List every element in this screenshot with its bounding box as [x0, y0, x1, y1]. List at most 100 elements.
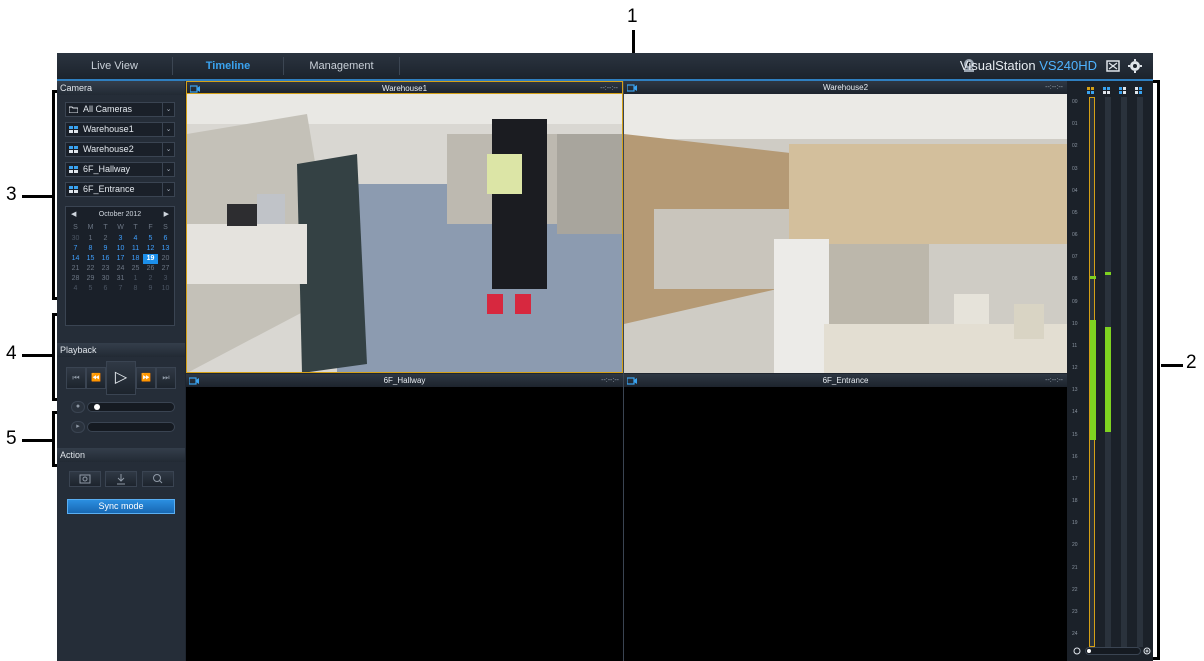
video-feed-6f-entrance[interactable]: [624, 387, 1067, 661]
zoom-out-icon[interactable]: [1073, 647, 1082, 656]
timeline-layout-icon[interactable]: [1135, 87, 1143, 94]
snapshot-button[interactable]: [69, 471, 101, 487]
calendar-day[interactable]: 13: [158, 244, 173, 254]
warehouse2-scene-image: [624, 94, 1067, 373]
calendar-day[interactable]: 20: [158, 254, 173, 264]
calendar-day[interactable]: 12: [143, 244, 158, 254]
export-video-button[interactable]: [105, 471, 137, 487]
calendar-day[interactable]: 30: [68, 234, 83, 244]
chevron-down-icon[interactable]: ⌄: [162, 123, 174, 136]
tab-live-view[interactable]: Live View: [57, 53, 172, 79]
speed-slider-knob[interactable]: [94, 404, 100, 410]
video-feed-6f-hallway[interactable]: [186, 387, 623, 661]
calendar-day[interactable]: 18: [128, 254, 143, 264]
chevron-down-icon[interactable]: ⌄: [162, 163, 174, 176]
calendar-day[interactable]: 23: [98, 264, 113, 274]
timeline-track-warehouse1[interactable]: [1089, 97, 1096, 647]
calendar-next-month-icon[interactable]: ▶: [164, 209, 169, 221]
calendar-day[interactable]: 31: [113, 274, 128, 284]
calendar-day[interactable]: 6: [98, 284, 113, 294]
video-title: Warehouse1: [381, 84, 428, 93]
chevron-down-icon[interactable]: ⌄: [162, 143, 174, 156]
timeline-layout-icon[interactable]: [1103, 87, 1111, 94]
timeline-zoom-slider[interactable]: [1085, 647, 1141, 655]
snapshot-export-icon[interactable]: [1105, 58, 1121, 74]
calendar-day[interactable]: 14: [68, 254, 83, 264]
calendar-day[interactable]: 4: [128, 234, 143, 244]
recording-segment: [1105, 327, 1111, 432]
calendar-day[interactable]: 24: [113, 264, 128, 274]
camera-select-all-cameras[interactable]: All Cameras ⌄: [65, 102, 175, 117]
tab-timeline[interactable]: Timeline: [173, 53, 283, 79]
timeline-hour-label: 21: [1072, 564, 1078, 571]
calendar-day[interactable]: 11: [128, 244, 143, 254]
timeline-layout-icon[interactable]: [1119, 87, 1127, 94]
skip-to-start-button[interactable]: ⏮: [66, 367, 86, 389]
download-icon: [117, 474, 125, 485]
gear-icon[interactable]: [1127, 58, 1143, 74]
calendar-day[interactable]: 26: [143, 264, 158, 274]
calendar-day[interactable]: 10: [158, 284, 173, 294]
camera-select-6f-hallway[interactable]: 6F_Hallway ⌄: [65, 162, 175, 177]
video-timestamp: --:--:--: [1045, 84, 1063, 91]
calendar-day[interactable]: 3: [158, 274, 173, 284]
timeline-zoom-knob[interactable]: [1087, 649, 1091, 653]
tab-management[interactable]: Management: [284, 53, 399, 79]
calendar-day[interactable]: 22: [83, 264, 98, 274]
search-button[interactable]: [142, 471, 174, 487]
recording-timeline[interactable]: 00 01 02 03 04 05 06 07 08 09 10 11 12 13 14 15 16 17 18 19…: [1067, 81, 1153, 661]
calendar-day[interactable]: 8: [128, 284, 143, 294]
calendar-day[interactable]: 19: [143, 254, 158, 264]
timeline-layout-icon[interactable]: [1087, 87, 1095, 94]
step-back-button[interactable]: ⏪: [86, 367, 106, 389]
calendar-day[interactable]: 16: [98, 254, 113, 264]
calendar-day[interactable]: 6: [158, 234, 173, 244]
calendar-day[interactable]: 7: [68, 244, 83, 254]
timeline-hour-label: 23: [1072, 608, 1078, 615]
speed-slider[interactable]: [87, 402, 175, 412]
camera-select-6f-entrance[interactable]: 6F_Entrance ⌄: [65, 182, 175, 197]
play-button[interactable]: ▷: [106, 361, 136, 395]
calendar-day[interactable]: 25: [128, 264, 143, 274]
step-forward-button[interactable]: ⏩: [136, 367, 156, 389]
calendar-day[interactable]: 1: [83, 234, 98, 244]
calendar-day[interactable]: 10: [113, 244, 128, 254]
chevron-down-icon[interactable]: ⌄: [162, 183, 174, 196]
zoom-in-icon[interactable]: [1143, 647, 1152, 656]
video-feed-warehouse2[interactable]: [624, 94, 1067, 373]
volume-slider[interactable]: [87, 422, 175, 432]
sync-mode-button[interactable]: Sync mode: [67, 499, 175, 514]
skip-to-end-button[interactable]: ⏭: [156, 367, 176, 389]
calendar-day[interactable]: 5: [143, 234, 158, 244]
chevron-down-icon[interactable]: ⌄: [162, 103, 174, 116]
calendar-day[interactable]: 15: [83, 254, 98, 264]
calendar-day[interactable]: 29: [83, 274, 98, 284]
calendar-day[interactable]: 4: [68, 284, 83, 294]
calendar-day[interactable]: 9: [98, 244, 113, 254]
timeline-track-6f-entrance[interactable]: [1137, 97, 1143, 647]
calendar-day[interactable]: 7: [113, 284, 128, 294]
calendar-day[interactable]: 27: [158, 264, 173, 274]
calendar-day[interactable]: 1: [128, 274, 143, 284]
calendar-day[interactable]: 2: [98, 234, 113, 244]
timeline-track-6f-hallway[interactable]: [1121, 97, 1127, 647]
recording-segment: [1105, 272, 1111, 275]
calendar-day[interactable]: 17: [113, 254, 128, 264]
calendar-day[interactable]: 5: [83, 284, 98, 294]
calendar-day[interactable]: 28: [68, 274, 83, 284]
timeline-hour-label: 13: [1072, 387, 1078, 394]
calendar-day[interactable]: 21: [68, 264, 83, 274]
timeline-hour-label: 01: [1072, 121, 1078, 128]
camera-select-warehouse2[interactable]: Warehouse2 ⌄: [65, 142, 175, 157]
calendar-day[interactable]: 9: [143, 284, 158, 294]
video-feed-warehouse1[interactable]: [186, 94, 623, 373]
camera-icon: [190, 85, 200, 93]
calendar-day[interactable]: 30: [98, 274, 113, 284]
camera-select-warehouse1[interactable]: Warehouse1 ⌄: [65, 122, 175, 137]
timeline-track-warehouse2[interactable]: [1105, 97, 1111, 647]
timeline-hour-label: 19: [1072, 520, 1078, 527]
timeline-hour-label: 20: [1072, 542, 1078, 549]
calendar-day[interactable]: 8: [83, 244, 98, 254]
calendar-day[interactable]: 2: [143, 274, 158, 284]
calendar-day[interactable]: 3: [113, 234, 128, 244]
